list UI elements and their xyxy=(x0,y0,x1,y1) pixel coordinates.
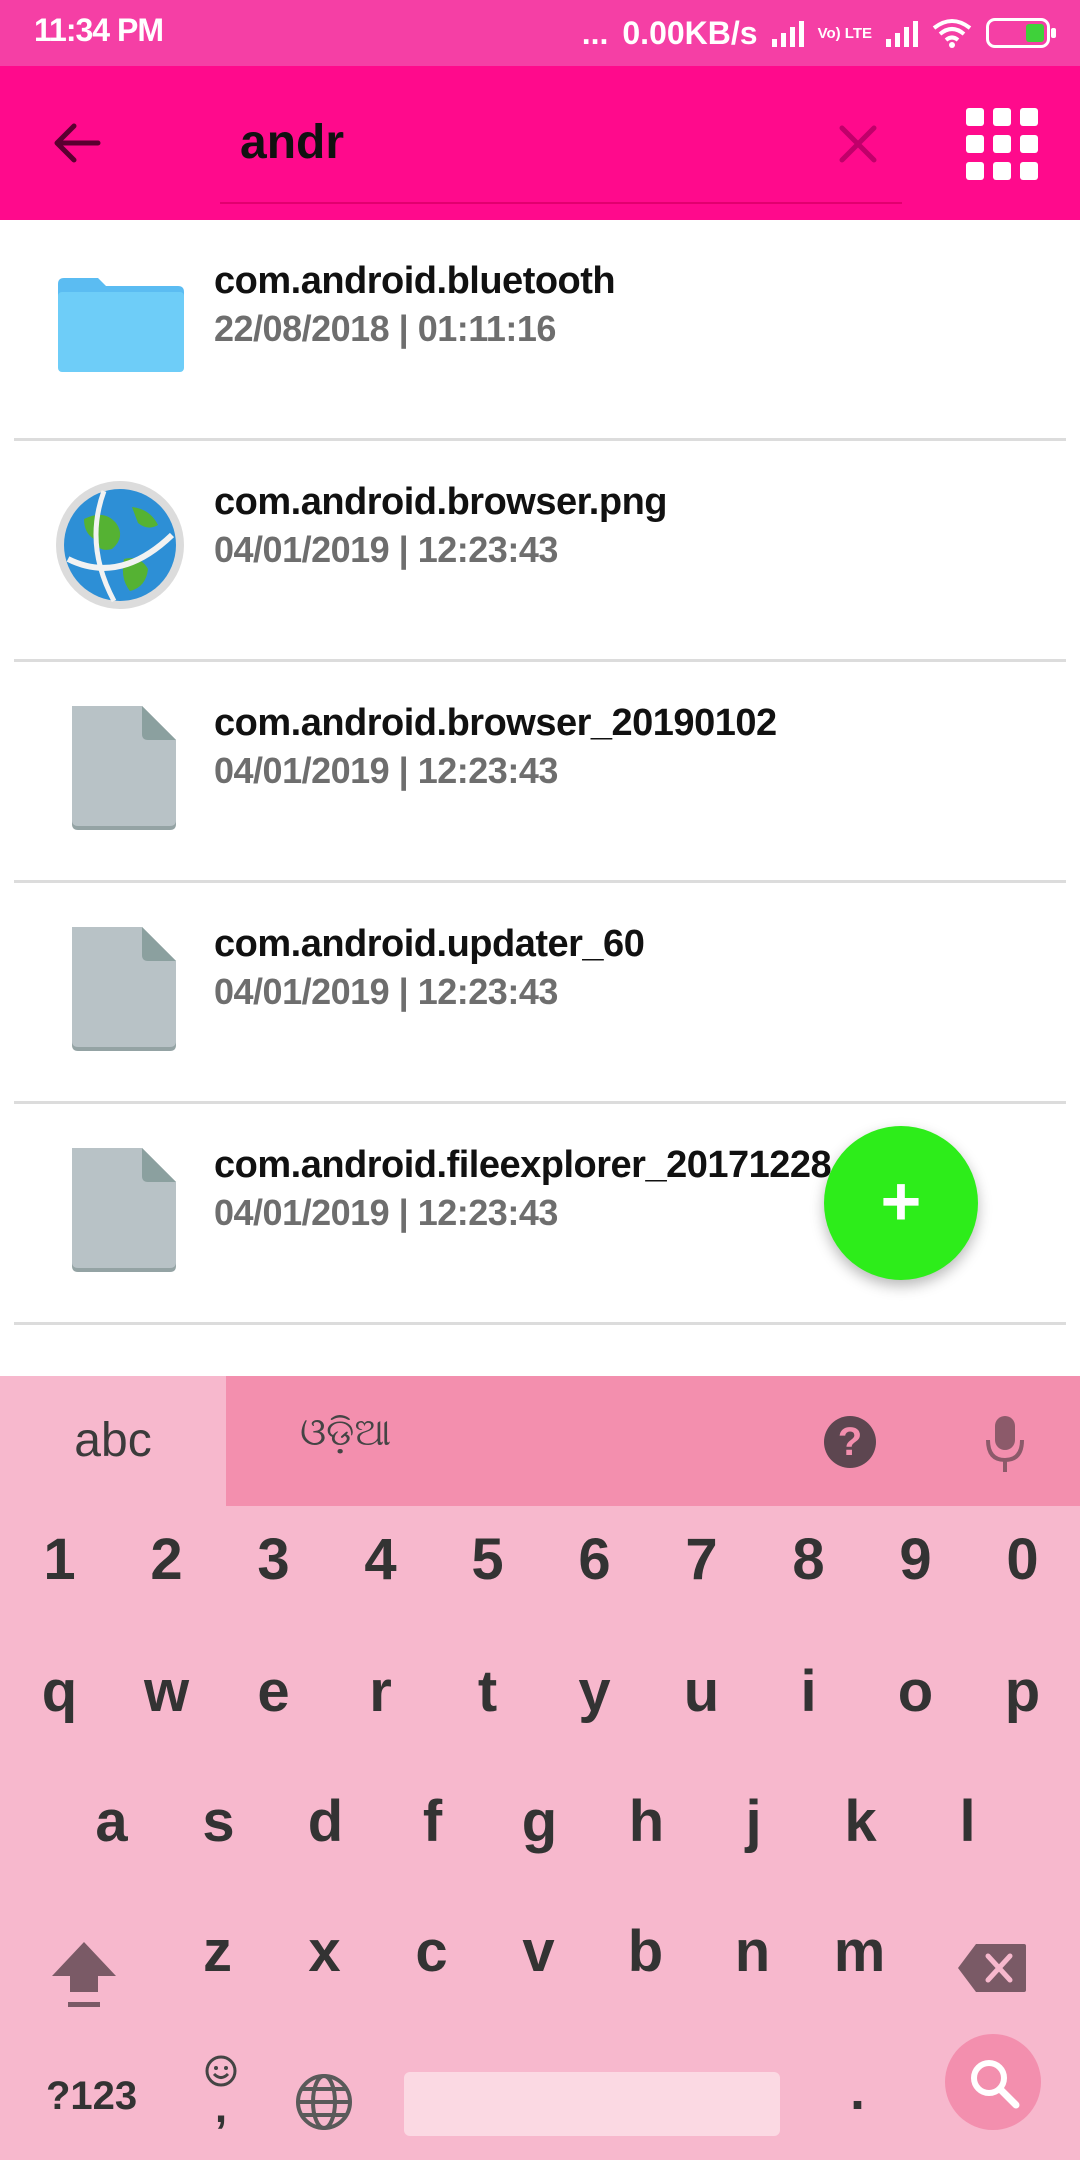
signal-icon xyxy=(771,19,804,47)
status-dots: ... xyxy=(581,14,609,51)
key-a[interactable]: a xyxy=(58,1788,165,1855)
backspace-icon[interactable] xyxy=(956,1942,1028,1994)
network-speed: 0.00KB/s xyxy=(622,14,758,51)
keyboard-bottom-row: ?123 , . xyxy=(0,2050,1080,2160)
file-row[interactable]: com.android.browser_20190102 04/01/2019 … xyxy=(14,662,1066,883)
symbols-key[interactable]: ?123 xyxy=(46,2074,137,2119)
mic-icon[interactable] xyxy=(980,1412,1030,1476)
signal-icon-2 xyxy=(886,19,918,47)
key-x[interactable]: x xyxy=(271,1918,378,1985)
key-7[interactable]: 7 xyxy=(648,1526,755,1593)
key-v[interactable]: v xyxy=(485,1918,592,1985)
key-z[interactable]: z xyxy=(164,1918,271,1985)
volte-icon: Vo) LTE xyxy=(817,24,872,42)
file-name: com.android.browser_20190102 xyxy=(214,702,777,744)
number-key-row: 1 2 3 4 5 6 7 8 9 0 xyxy=(0,1526,1080,1593)
status-bar: 11:34 PM ... 0.00KB/s Vo) LTE xyxy=(0,0,1080,66)
search-input[interactable] xyxy=(240,110,800,174)
key-g[interactable]: g xyxy=(486,1788,593,1855)
file-row[interactable]: com.android.updater_60 04/01/2019 | 12:2… xyxy=(14,883,1066,1104)
key-2[interactable]: 2 xyxy=(113,1526,220,1593)
file-date: 04/01/2019 | 12:23:43 xyxy=(214,971,558,1012)
asdf-key-row: a s d f g h j k l xyxy=(0,1788,1080,1855)
key-9[interactable]: 9 xyxy=(862,1526,969,1593)
key-r[interactable]: r xyxy=(327,1658,434,1725)
file-icon xyxy=(72,1148,176,1272)
file-icon xyxy=(72,927,176,1051)
battery-icon xyxy=(986,18,1056,48)
key-y[interactable]: y xyxy=(541,1658,648,1725)
file-name: com.android.fileexplorer_20171228 xyxy=(214,1144,832,1186)
file-date: 04/01/2019 | 12:23:43 xyxy=(214,750,558,791)
key-q[interactable]: q xyxy=(6,1658,113,1725)
key-3[interactable]: 3 xyxy=(220,1526,327,1593)
qwerty-key-row: q w e r t y u i o p xyxy=(0,1658,1080,1725)
key-k[interactable]: k xyxy=(807,1788,914,1855)
status-indicators: ... 0.00KB/s Vo) LTE xyxy=(581,10,1056,56)
key-f[interactable]: f xyxy=(379,1788,486,1855)
space-bar[interactable] xyxy=(404,2072,780,2136)
globe-image-icon xyxy=(56,481,184,609)
key-0[interactable]: 0 xyxy=(969,1526,1076,1593)
key-s[interactable]: s xyxy=(165,1788,272,1855)
comma-key: , xyxy=(214,2083,228,2132)
shift-icon[interactable] xyxy=(48,1936,120,2010)
key-5[interactable]: 5 xyxy=(434,1526,541,1593)
key-j[interactable]: j xyxy=(700,1788,807,1855)
file-icon xyxy=(72,706,176,830)
key-o[interactable]: o xyxy=(862,1658,969,1725)
grid-view-icon[interactable] xyxy=(966,108,1038,180)
keyboard-tab-abc[interactable]: abc xyxy=(0,1376,226,1506)
key-b[interactable]: b xyxy=(592,1918,699,1985)
file-date: 04/01/2019 | 12:23:43 xyxy=(214,529,558,570)
search-key[interactable] xyxy=(945,2034,1080,2132)
search-toolbar xyxy=(0,66,1080,220)
key-1[interactable]: 1 xyxy=(6,1526,113,1593)
key-e[interactable]: e xyxy=(220,1658,327,1725)
key-i[interactable]: i xyxy=(755,1658,862,1725)
zxcv-key-row: z x c v b n m xyxy=(164,1918,913,1985)
clear-search-icon[interactable] xyxy=(828,114,888,174)
key-4[interactable]: 4 xyxy=(327,1526,434,1593)
key-p[interactable]: p xyxy=(969,1658,1076,1725)
file-date: 22/08/2018 | 01:11:16 xyxy=(214,308,556,349)
key-n[interactable]: n xyxy=(699,1918,806,1985)
status-time: 11:34 PM xyxy=(34,12,164,48)
key-w[interactable]: w xyxy=(113,1658,220,1725)
file-name: com.android.updater_60 xyxy=(214,923,645,965)
wifi-icon xyxy=(932,19,972,48)
file-row[interactable]: com.android.browser.png 04/01/2019 | 12:… xyxy=(14,441,1066,662)
soft-keyboard: abc ଓଡ଼ିଆ ? 1 2 3 4 5 6 7 8 9 0 q w e r … xyxy=(0,1376,1080,2160)
add-fab-button[interactable]: + xyxy=(824,1126,978,1280)
search-field[interactable] xyxy=(220,96,902,204)
key-8[interactable]: 8 xyxy=(755,1526,862,1593)
globe-icon[interactable] xyxy=(294,2072,354,2132)
file-name: com.android.browser.png xyxy=(214,481,668,523)
keyboard-toolbar: abc ଓଡ଼ିଆ ? xyxy=(0,1376,1080,1506)
emoji-comma-key[interactable]: , xyxy=(196,2054,246,2138)
back-arrow-icon[interactable] xyxy=(44,110,110,176)
key-l[interactable]: l xyxy=(914,1788,1021,1855)
search-icon xyxy=(971,2060,1020,2109)
keyboard-tab-odia[interactable]: ଓଡ଼ିଆ xyxy=(300,1412,391,1472)
key-m[interactable]: m xyxy=(806,1918,913,1985)
key-c[interactable]: c xyxy=(378,1918,485,1985)
key-d[interactable]: d xyxy=(272,1788,379,1855)
file-date: 04/01/2019 | 12:23:43 xyxy=(214,1192,558,1233)
file-name: com.android.bluetooth xyxy=(214,260,616,302)
key-u[interactable]: u xyxy=(648,1658,755,1725)
period-key[interactable]: . xyxy=(850,2060,865,2122)
key-t[interactable]: t xyxy=(434,1658,541,1725)
file-row[interactable]: com.android.bluetooth 22/08/2018 | 01:11… xyxy=(14,220,1066,441)
help-icon[interactable]: ? xyxy=(824,1416,876,1468)
key-6[interactable]: 6 xyxy=(541,1526,648,1593)
key-h[interactable]: h xyxy=(593,1788,700,1855)
folder-icon xyxy=(58,278,184,372)
